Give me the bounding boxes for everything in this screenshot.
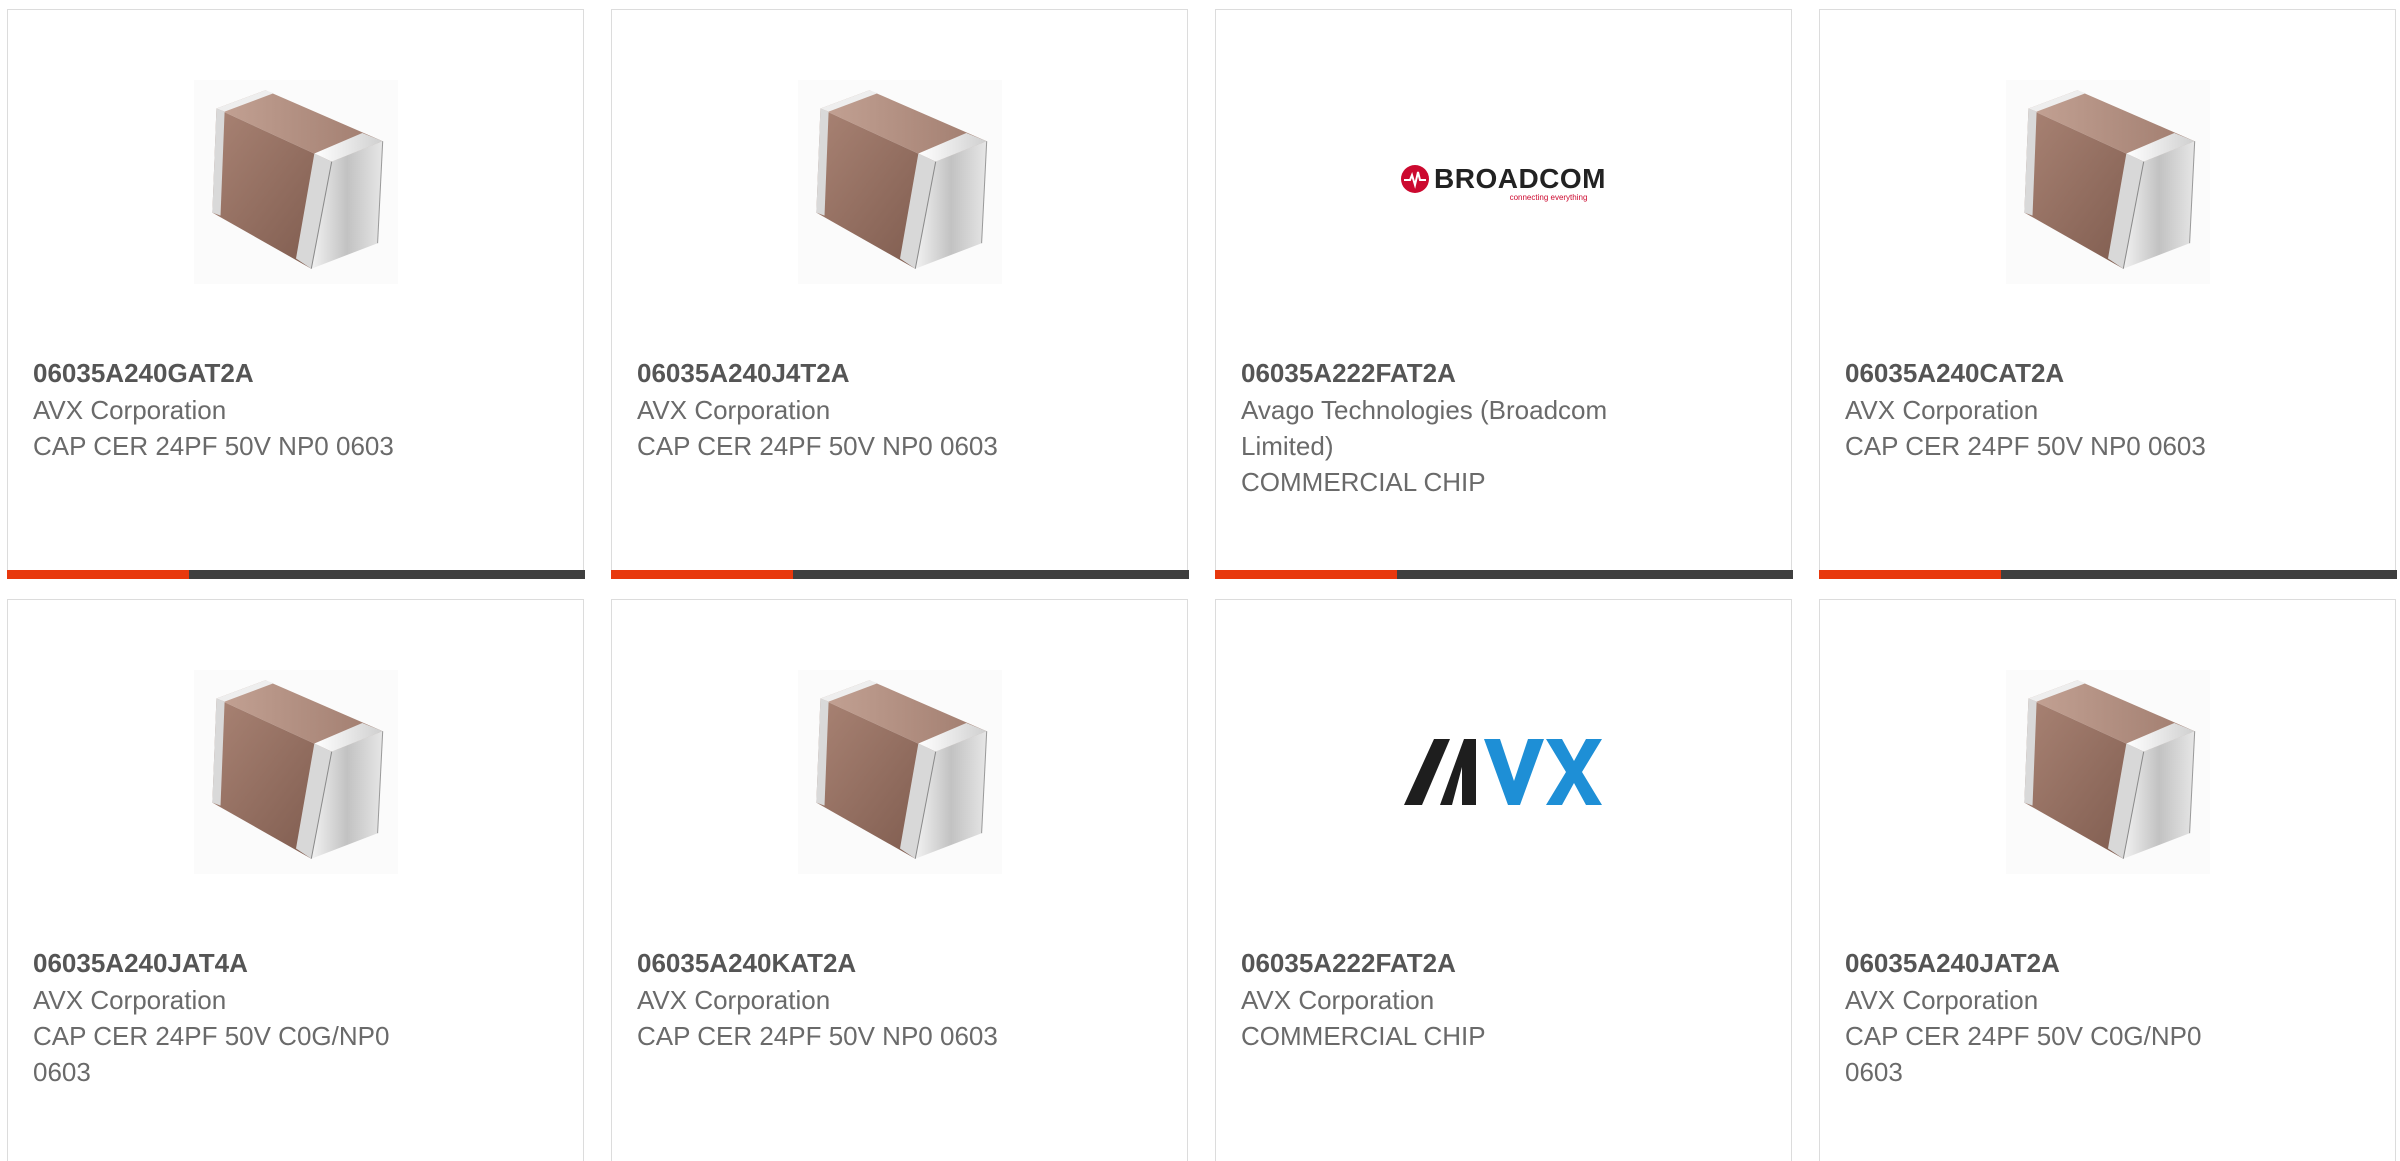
- capacitor-chip-image: [194, 670, 398, 874]
- product-card[interactable]: 06035A240JAT2A AVX Corporation CAP CER 24P…: [1819, 599, 2396, 1161]
- product-image[interactable]: [2006, 80, 2210, 284]
- product-card[interactable]: 06035A240KAT2A AVX Corporation CAP CER 24P…: [611, 599, 1188, 1161]
- product-card[interactable]: 06035A240CAT2A AVX Corporation CAP CER 24P…: [1818, 9, 2397, 579]
- card-accent-bar: [1214, 570, 1397, 579]
- product-description: COMMERCIAL CHIP: [1241, 467, 1486, 497]
- broadcom-pulse-icon: [1401, 164, 1429, 193]
- product-image[interactable]: BROADCOM connecting everything: [1401, 80, 1606, 284]
- product-grid: 06035A240GAT2A AVX Corporation CAP CER 24P…: [0, 0, 2400, 1161]
- product-image[interactable]: [1402, 670, 1606, 874]
- product-image[interactable]: [194, 80, 398, 284]
- card-accent-bar: [6, 570, 189, 579]
- manufacturer-name: AVX Corporation: [1241, 985, 1435, 1015]
- product-card[interactable]: 06035A240GAT2A AVX Corporation CAP CER 24P…: [6, 9, 585, 579]
- part-number-link[interactable]: 06035A240JAT2A: [1845, 944, 2245, 982]
- card-accent-bar: [1818, 570, 2001, 579]
- manufacturer-name: AVX Corporation: [1845, 395, 2039, 425]
- manufacturer-name: Avago Technologies (Broadcom Limited): [1241, 395, 1608, 461]
- product-card[interactable]: 06035A222FAT2A AVX Corporation COMMERCIAL …: [1215, 599, 1792, 1161]
- part-number-link[interactable]: 06035A240J4T2A: [637, 354, 1037, 392]
- manufacturer-name: AVX Corporation: [637, 985, 831, 1015]
- product-info: 06035A240JAT4A AVX Corporation CAP CER 24P…: [33, 944, 433, 1090]
- product-card[interactable]: 06035A240J4T2A AVX Corporation CAP CER 24P…: [610, 9, 1189, 579]
- card-bottom-bar: [1818, 570, 2397, 579]
- avx-logo: [1403, 737, 1604, 807]
- product-image[interactable]: [2006, 670, 2210, 874]
- capacitor-chip-image: [2006, 80, 2210, 284]
- manufacturer-name: AVX Corporation: [637, 395, 831, 425]
- product-image[interactable]: [194, 670, 398, 874]
- product-card[interactable]: BROADCOM connecting everything 06035A222FA…: [1214, 9, 1793, 579]
- product-info: 06035A222FAT2A Avago Technologies (Broadc…: [1241, 354, 1641, 500]
- card-accent-bar: [610, 570, 793, 579]
- product-card[interactable]: 06035A240JAT4A AVX Corporation CAP CER 24P…: [7, 599, 584, 1161]
- product-description: CAP CER 24PF 50V NP0 0603: [637, 431, 998, 461]
- product-info: 06035A222FAT2A AVX Corporation COMMERCIAL …: [1241, 944, 1641, 1054]
- manufacturer-name: AVX Corporation: [33, 985, 227, 1015]
- product-description: CAP CER 24PF 50V C0G/NP0 0603: [33, 1021, 390, 1087]
- product-image[interactable]: [798, 670, 1002, 874]
- product-info: 06035A240GAT2A AVX Corporation CAP CER 24P…: [33, 354, 433, 464]
- capacitor-chip-image: [2006, 670, 2210, 874]
- product-info: 06035A240J4T2A AVX Corporation CAP CER 24P…: [637, 354, 1037, 464]
- product-image[interactable]: [798, 80, 1002, 284]
- product-info: 06035A240CAT2A AVX Corporation CAP CER 24P…: [1845, 354, 2245, 464]
- product-info: 06035A240JAT2A AVX Corporation CAP CER 24P…: [1845, 944, 2245, 1090]
- part-number-link[interactable]: 06035A240GAT2A: [33, 354, 433, 392]
- card-bottom-bar: [610, 570, 1189, 579]
- part-number-link[interactable]: 06035A222FAT2A: [1241, 354, 1641, 392]
- product-description: COMMERCIAL CHIP: [1241, 1021, 1486, 1051]
- part-number-link[interactable]: 06035A240JAT4A: [33, 944, 433, 982]
- product-description: CAP CER 24PF 50V NP0 0603: [637, 1021, 998, 1051]
- part-number-link[interactable]: 06035A222FAT2A: [1241, 944, 1641, 982]
- product-info: 06035A240KAT2A AVX Corporation CAP CER 24P…: [637, 944, 1037, 1054]
- card-bottom-bar: [1214, 570, 1793, 579]
- capacitor-chip-image: [798, 80, 1002, 284]
- manufacturer-name: AVX Corporation: [33, 395, 227, 425]
- manufacturer-name: AVX Corporation: [1845, 985, 2039, 1015]
- capacitor-chip-image: [798, 670, 1002, 874]
- card-bottom-bar: [6, 570, 585, 579]
- product-description: CAP CER 24PF 50V NP0 0603: [33, 431, 394, 461]
- broadcom-logo: BROADCOM connecting everything: [1401, 163, 1606, 202]
- product-description: CAP CER 24PF 50V NP0 0603: [1845, 431, 2206, 461]
- part-number-link[interactable]: 06035A240KAT2A: [637, 944, 1037, 982]
- part-number-link[interactable]: 06035A240CAT2A: [1845, 354, 2245, 392]
- product-description: CAP CER 24PF 50V C0G/NP0 0603: [1845, 1021, 2202, 1087]
- capacitor-chip-image: [194, 80, 398, 284]
